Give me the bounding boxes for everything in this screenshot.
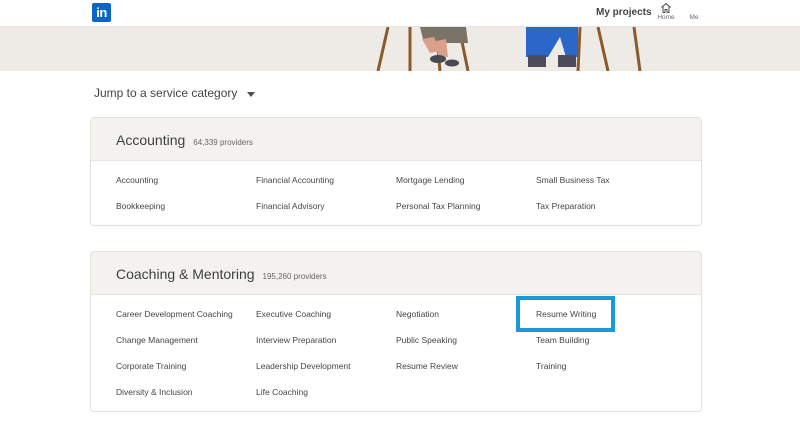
service-link-bookkeeping[interactable]: Bookkeeping xyxy=(116,201,165,211)
service-link-leadership-development[interactable]: Leadership Development xyxy=(256,361,351,371)
service-link-financial-accounting[interactable]: Financial Accounting xyxy=(256,175,334,185)
service-link-interview-preparation[interactable]: Interview Preparation xyxy=(256,335,336,345)
category-header: Coaching & Mentoring 195,260 providers xyxy=(91,252,701,295)
service-link-career-development-coaching[interactable]: Career Development Coaching xyxy=(116,309,233,319)
category-card-coaching-mentoring: Coaching & Mentoring 195,260 providers C… xyxy=(90,251,702,412)
jump-to-category-dropdown[interactable]: Jump to a service category xyxy=(94,86,256,100)
service-link-diversity-inclusion[interactable]: Diversity & Inclusion xyxy=(116,387,193,397)
service-link-personal-tax-planning[interactable]: Personal Tax Planning xyxy=(396,201,480,211)
home-icon xyxy=(661,3,671,13)
category-header: Accounting 64,339 providers xyxy=(91,118,701,161)
service-link-team-building[interactable]: Team Building xyxy=(536,335,589,345)
nav-me-label: Me xyxy=(689,14,699,21)
service-link-corporate-training[interactable]: Corporate Training xyxy=(116,361,186,371)
caret-down-icon xyxy=(247,91,256,97)
service-link-tax-preparation[interactable]: Tax Preparation xyxy=(536,201,596,211)
service-link-mortgage-lending[interactable]: Mortgage Lending xyxy=(396,175,465,185)
nav-me[interactable]: Me xyxy=(684,2,704,21)
category-card-accounting: Accounting 64,339 providers Accounting B… xyxy=(90,117,702,226)
linkedin-logo[interactable]: in xyxy=(92,3,111,22)
jump-label: Jump to a service category xyxy=(94,86,238,100)
my-projects-link[interactable]: My projects xyxy=(596,7,652,18)
hero-illustration xyxy=(376,27,642,71)
nav-home[interactable]: Home xyxy=(654,2,678,21)
service-link-small-business-tax[interactable]: Small Business Tax xyxy=(536,175,610,185)
service-link-resume-writing[interactable]: Resume Writing xyxy=(536,309,596,319)
service-link-life-coaching[interactable]: Life Coaching xyxy=(256,387,308,397)
service-link-financial-advisory[interactable]: Financial Advisory xyxy=(256,201,325,211)
service-link-accounting[interactable]: Accounting xyxy=(116,175,158,185)
category-title[interactable]: Accounting xyxy=(116,132,185,148)
service-link-training[interactable]: Training xyxy=(536,361,566,371)
service-link-executive-coaching[interactable]: Executive Coaching xyxy=(256,309,331,319)
provider-count: 64,339 providers xyxy=(193,138,253,147)
service-link-public-speaking[interactable]: Public Speaking xyxy=(396,335,457,345)
service-link-negotiation[interactable]: Negotiation xyxy=(396,309,439,319)
top-nav-bar: in My projects Home Me xyxy=(0,0,800,27)
nav-home-label: Home xyxy=(657,14,675,21)
category-title[interactable]: Coaching & Mentoring xyxy=(116,266,255,282)
service-link-resume-review[interactable]: Resume Review xyxy=(396,361,458,371)
service-link-change-management[interactable]: Change Management xyxy=(116,335,198,345)
avatar xyxy=(684,2,704,14)
provider-count: 195,260 providers xyxy=(262,272,327,281)
hero-banner xyxy=(0,27,800,71)
